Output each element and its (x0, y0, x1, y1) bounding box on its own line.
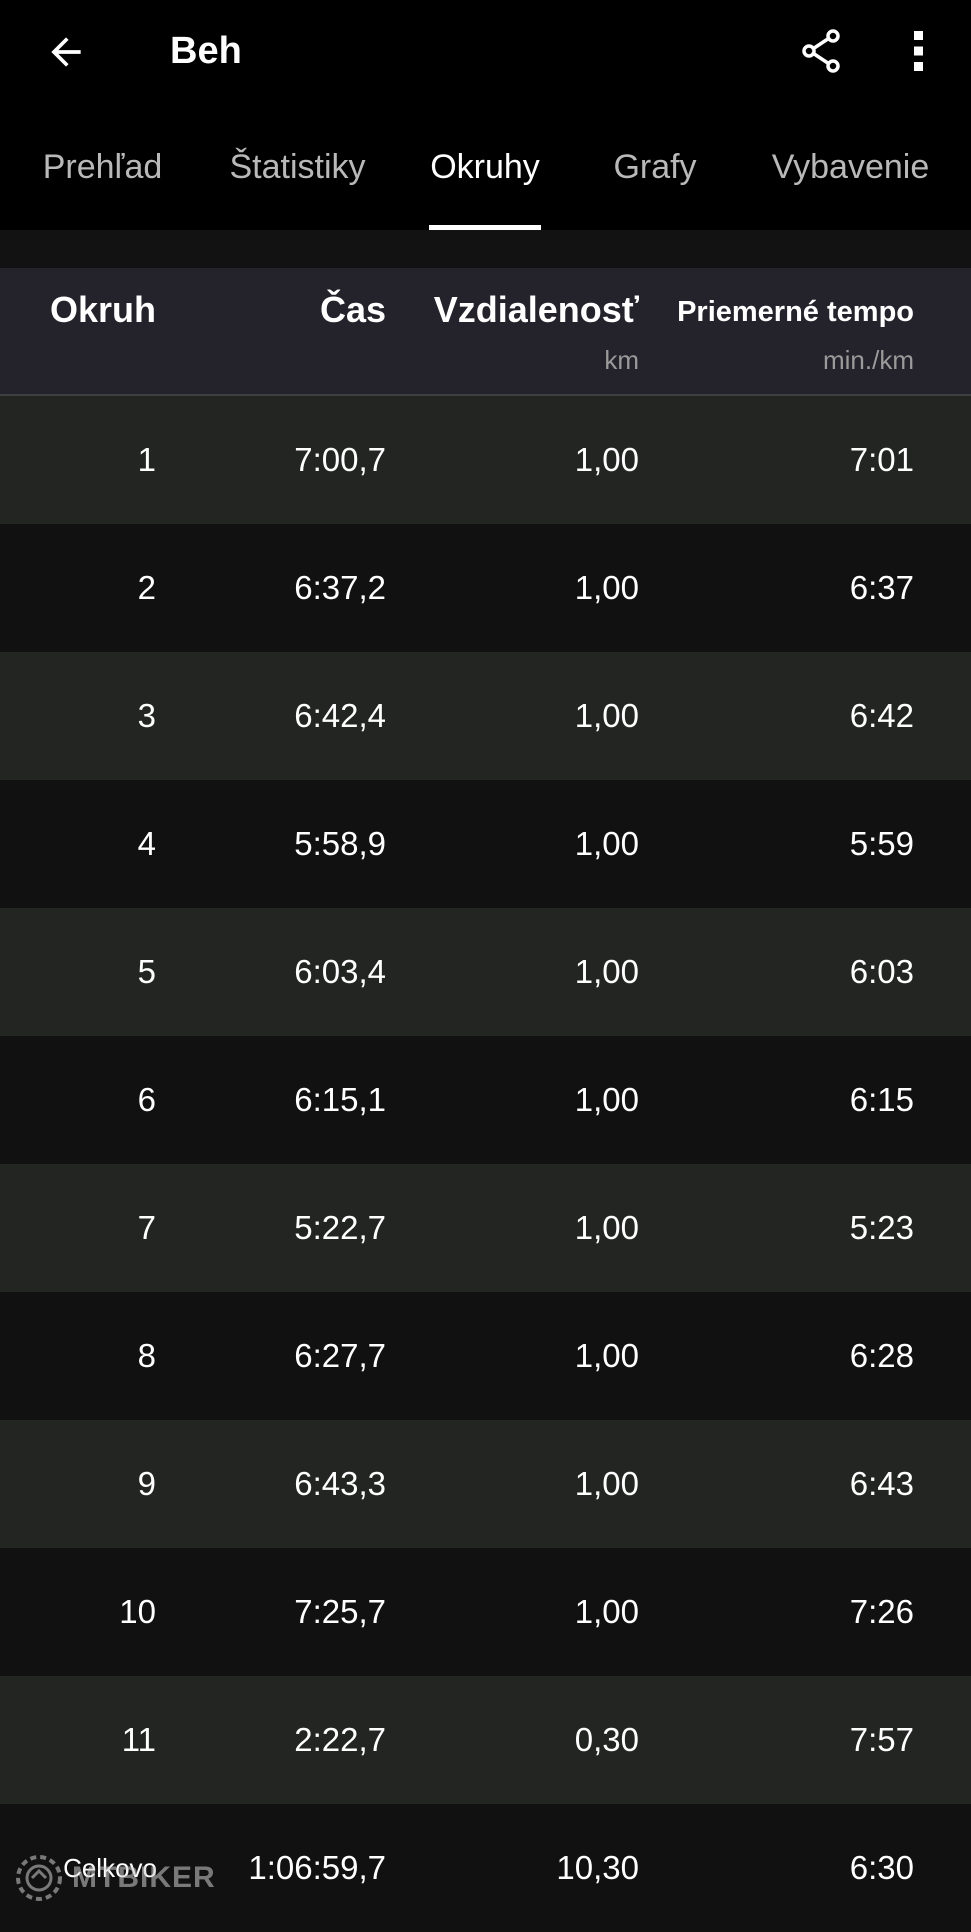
total-pace: 6:30 (849, 1849, 914, 1886)
lap-distance: 1,00 (574, 697, 639, 734)
lap-number: 5 (137, 953, 156, 990)
lap-pace: 5:23 (849, 1209, 914, 1246)
lap-distance: 1,00 (574, 1209, 639, 1246)
table-row[interactable]: 10 7:25,7 1,00 7:26 (0, 1548, 971, 1676)
lap-pace: 7:01 (849, 441, 914, 478)
lap-time: 2:22,7 (294, 1721, 386, 1758)
lap-distance: 1,00 (574, 1465, 639, 1502)
lap-pace: 7:26 (849, 1593, 914, 1630)
total-time: 1:06:59,7 (248, 1849, 386, 1886)
table-row[interactable]: 1 7:00,7 1,00 7:01 (0, 396, 971, 524)
tab-overview[interactable]: Prehľad (20, 104, 185, 230)
lap-number: 1 (137, 441, 156, 478)
lap-number: 3 (137, 697, 156, 734)
tab-statistics[interactable]: Štatistiky (205, 104, 390, 230)
table-header: Okruh Čas Vzdialenosť km Priemerné tempo… (0, 268, 971, 396)
column-header-distance[interactable]: Vzdialenosť (434, 288, 639, 332)
back-button[interactable] (30, 22, 102, 82)
lap-time: 5:22,7 (294, 1209, 386, 1246)
separator-band (0, 230, 971, 268)
tab-laps[interactable]: Okruhy (418, 104, 552, 230)
lap-pace: 6:43 (849, 1465, 914, 1502)
lap-distance: 1,00 (574, 1081, 639, 1118)
laps-table-body: 1 7:00,7 1,00 7:01 2 6:37,2 1,00 6:37 3 … (0, 396, 971, 1932)
lap-distance: 1,00 (574, 1337, 639, 1374)
tab-graphs[interactable]: Grafy (595, 104, 715, 230)
lap-time: 6:42,4 (294, 697, 386, 734)
tab-equipment[interactable]: Vybavenie (758, 104, 943, 230)
lap-pace: 6:03 (849, 953, 914, 990)
lap-time: 7:00,7 (294, 441, 386, 478)
column-unit-pace: min./km (823, 345, 914, 375)
table-row[interactable]: 2 6:37,2 1,00 6:37 (0, 524, 971, 652)
lap-distance: 1,00 (574, 953, 639, 990)
share-icon (802, 29, 840, 73)
column-unit-distance: km (604, 345, 639, 375)
lap-pace: 6:28 (849, 1337, 914, 1374)
lap-distance: 1,00 (574, 825, 639, 862)
table-row[interactable]: 5 6:03,4 1,00 6:03 (0, 908, 971, 1036)
table-row[interactable]: 4 5:58,9 1,00 5:59 (0, 780, 971, 908)
column-header-time[interactable]: Čas (320, 288, 386, 332)
lap-pace: 6:42 (849, 697, 914, 734)
lap-number: 8 (137, 1337, 156, 1374)
lap-time: 6:27,7 (294, 1337, 386, 1374)
lap-time: 5:58,9 (294, 825, 386, 862)
lap-number: 9 (137, 1465, 156, 1502)
table-row[interactable]: 7 5:22,7 1,00 5:23 (0, 1164, 971, 1292)
table-row[interactable]: 6 6:15,1 1,00 6:15 (0, 1036, 971, 1164)
app-bar: Beh (0, 0, 971, 104)
tab-bar: Prehľad Štatistiky Okruhy Grafy Vybaveni… (0, 104, 971, 230)
watermark-text: MTBIKER (72, 1861, 216, 1894)
more-options-button[interactable] (888, 20, 950, 82)
lap-number: 4 (137, 825, 156, 862)
lap-pace: 6:15 (849, 1081, 914, 1118)
lap-pace: 7:57 (849, 1721, 914, 1758)
lap-distance: 1,00 (574, 569, 639, 606)
more-vertical-icon (914, 31, 923, 71)
lap-time: 6:37,2 (294, 569, 386, 606)
lap-time: 6:15,1 (294, 1081, 386, 1118)
arrow-left-icon (51, 37, 81, 67)
share-button[interactable] (790, 20, 852, 82)
lap-number: 2 (137, 569, 156, 606)
column-header-lap[interactable]: Okruh (50, 288, 156, 332)
total-distance: 10,30 (556, 1849, 639, 1886)
lap-distance: 1,00 (574, 441, 639, 478)
lap-number: 11 (121, 1721, 156, 1758)
gear-logo-icon (16, 1855, 62, 1901)
lap-number: 10 (119, 1593, 156, 1630)
lap-number: 7 (137, 1209, 156, 1246)
lap-pace: 5:59 (849, 825, 914, 862)
table-row[interactable]: 9 6:43,3 1,00 6:43 (0, 1420, 971, 1548)
table-row[interactable]: 8 6:27,7 1,00 6:28 (0, 1292, 971, 1420)
lap-time: 7:25,7 (294, 1593, 386, 1630)
lap-number: 6 (137, 1081, 156, 1118)
lap-distance: 1,00 (574, 1593, 639, 1630)
watermark: MTBIKER (12, 1848, 216, 1908)
column-header-avg-pace[interactable]: Priemerné tempo (677, 290, 914, 334)
lap-time: 6:43,3 (294, 1465, 386, 1502)
page-title: Beh (170, 30, 242, 72)
table-row[interactable]: 3 6:42,4 1,00 6:42 (0, 652, 971, 780)
lap-pace: 6:37 (849, 569, 914, 606)
lap-time: 6:03,4 (294, 953, 386, 990)
table-row[interactable]: 11 2:22,7 0,30 7:57 (0, 1676, 971, 1804)
lap-distance: 0,30 (574, 1721, 639, 1758)
